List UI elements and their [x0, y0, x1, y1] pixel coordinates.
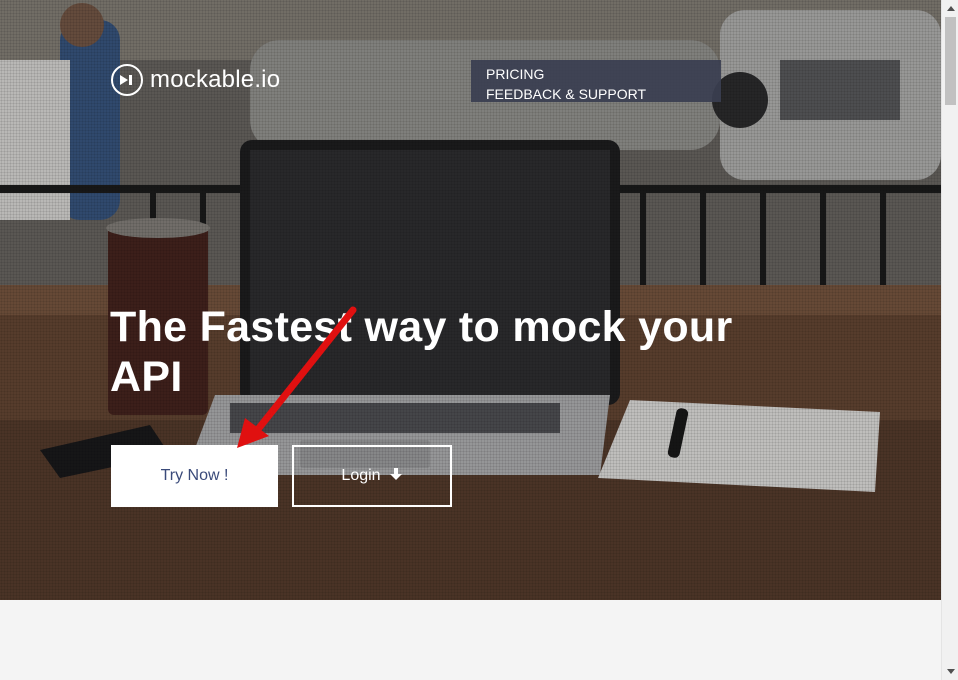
content-section: [0, 600, 941, 680]
main-nav: PRICING FEEDBACK & SUPPORT: [471, 60, 721, 102]
nav-item-pricing[interactable]: PRICING: [486, 64, 706, 84]
brand-name: mockable.io: [150, 66, 281, 93]
page-viewport: mockable.io PRICING FEEDBACK & SUPPORT T…: [0, 0, 941, 680]
try-now-label: Try Now !: [160, 467, 229, 484]
try-now-button[interactable]: Try Now !: [111, 445, 278, 507]
scroll-thumb[interactable]: [945, 17, 956, 105]
vertical-scrollbar[interactable]: [941, 0, 958, 680]
login-button[interactable]: Login: [292, 445, 452, 507]
scroll-up-icon[interactable]: [942, 0, 958, 17]
nav-item-feedback-support[interactable]: FEEDBACK & SUPPORT: [486, 84, 706, 104]
hero-headline: The Fastest way to mock your API: [110, 303, 733, 401]
hero-section: mockable.io PRICING FEEDBACK & SUPPORT T…: [0, 0, 941, 600]
arrow-down-icon: [389, 467, 403, 486]
play-next-icon: [111, 64, 143, 96]
brand-logo[interactable]: mockable.io: [111, 64, 280, 96]
login-label: Login: [341, 467, 381, 484]
scroll-down-icon[interactable]: [942, 663, 958, 680]
